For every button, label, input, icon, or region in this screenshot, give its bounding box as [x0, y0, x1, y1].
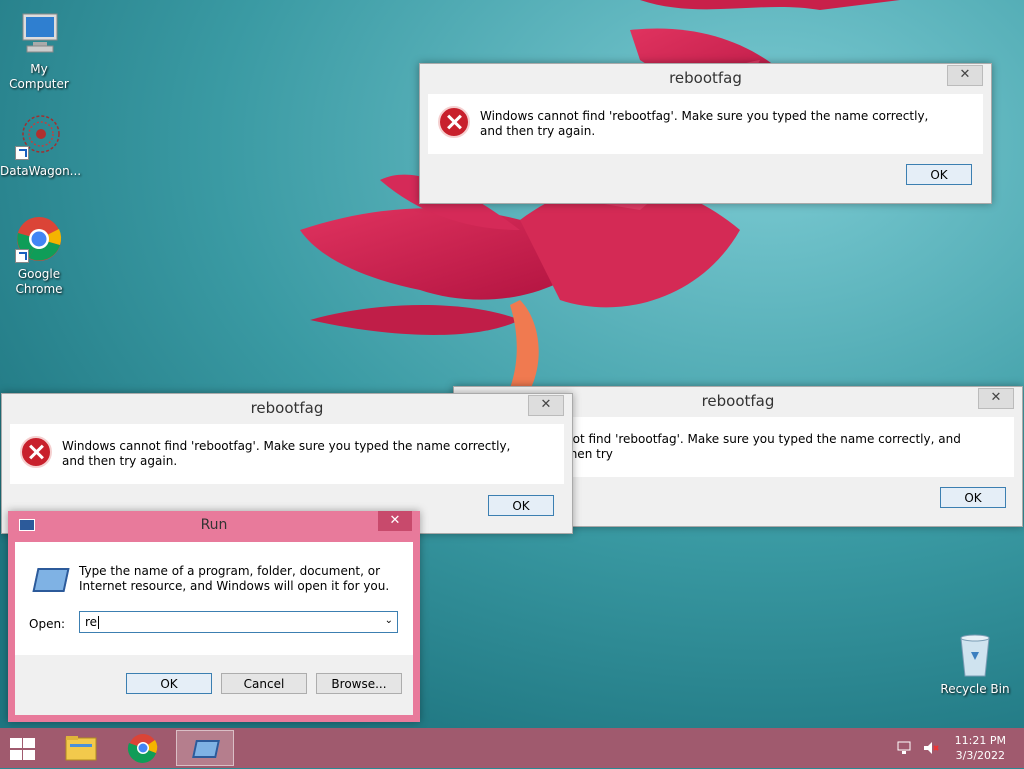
error-message: Windows cannot find 'rebootfag'. Make su…	[480, 109, 929, 138]
close-button[interactable]: ✕	[978, 388, 1014, 409]
taskbar-run[interactable]	[176, 730, 234, 766]
desktop-icon-label: Recycle Bin	[940, 682, 1010, 696]
run-dialog-panel: Type the name of a program, folder, docu…	[15, 542, 413, 655]
volume-muted-icon[interactable]	[922, 740, 940, 756]
shortcut-arrow-icon	[15, 146, 29, 160]
recycle-bin-icon	[951, 630, 999, 678]
dialog-body: Windows cannot find 'rebootfag'. Make su…	[10, 424, 564, 484]
dialog-body: Windows cannot find 'rebootfag'. Make su…	[428, 94, 983, 154]
computer-icon	[15, 10, 63, 58]
dialog-titlebar[interactable]: rebootfag ✕	[420, 64, 991, 92]
run-dialog-footer: OK Cancel Browse...	[15, 655, 413, 715]
ok-button[interactable]: OK	[940, 487, 1006, 508]
browse-button[interactable]: Browse...	[316, 673, 402, 694]
desktop-icon-google-chrome[interactable]: Google Chrome	[0, 215, 78, 297]
open-combobox[interactable]: re ⌄	[79, 611, 398, 633]
dialog-title: rebootfag	[250, 399, 324, 417]
run-dialog: Run ✕ Type the name of a program, folder…	[8, 511, 420, 722]
folder-icon	[65, 736, 97, 761]
datawagon-icon	[15, 112, 63, 160]
open-label: Open:	[29, 617, 66, 631]
error-message: not find 'rebootfag'. Make sure you type…	[565, 432, 961, 461]
open-input: re	[85, 615, 100, 629]
taskbar-file-explorer[interactable]	[58, 730, 104, 766]
text-cursor	[98, 616, 100, 629]
shortcut-arrow-icon	[15, 249, 29, 263]
desktop-icon-label: My Computer	[9, 62, 69, 91]
taskbar: 11:21 PM 3/3/2022	[0, 728, 1024, 768]
desktop-icon-label: Google Chrome	[15, 267, 63, 296]
dialog-titlebar[interactable]: rebootfag ✕	[2, 394, 572, 422]
chrome-icon	[15, 215, 63, 263]
close-button[interactable]: ✕	[947, 65, 983, 86]
close-button[interactable]: ✕	[378, 511, 412, 531]
taskbar-chrome[interactable]	[120, 730, 166, 766]
error-icon	[20, 436, 52, 468]
desktop-icon-label: DataWagon...	[0, 164, 82, 178]
ok-button[interactable]: OK	[126, 673, 212, 694]
ok-button[interactable]: OK	[488, 495, 554, 516]
error-message: Windows cannot find 'rebootfag'. Make su…	[62, 439, 511, 468]
run-icon	[32, 568, 70, 592]
ok-button[interactable]: OK	[906, 164, 972, 185]
clock-date: 3/3/2022	[955, 749, 1006, 762]
desktop-icon-recycle-bin[interactable]: Recycle Bin	[936, 630, 1014, 697]
clock[interactable]: 11:21 PM 3/3/2022	[955, 733, 1006, 763]
cancel-button[interactable]: Cancel	[221, 673, 307, 694]
run-description: Type the name of a program, folder, docu…	[79, 564, 390, 593]
error-icon	[438, 106, 470, 138]
clock-time: 11:21 PM	[954, 734, 1006, 747]
error-dialog: rebootfag ✕ Windows cannot find 'rebootf…	[419, 63, 992, 204]
run-icon	[192, 740, 220, 758]
desktop-icon-my-computer[interactable]: My Computer	[0, 10, 78, 92]
dialog-title: rebootfag	[669, 69, 742, 87]
desktop-icon-datawagon[interactable]: DataWagon...	[0, 112, 82, 179]
network-icon[interactable]	[896, 740, 914, 756]
run-dialog-title: Run	[200, 517, 228, 533]
start-button[interactable]	[8, 736, 36, 760]
chevron-down-icon[interactable]: ⌄	[385, 615, 393, 626]
chrome-icon	[127, 734, 158, 763]
close-button[interactable]: ✕	[528, 395, 564, 416]
